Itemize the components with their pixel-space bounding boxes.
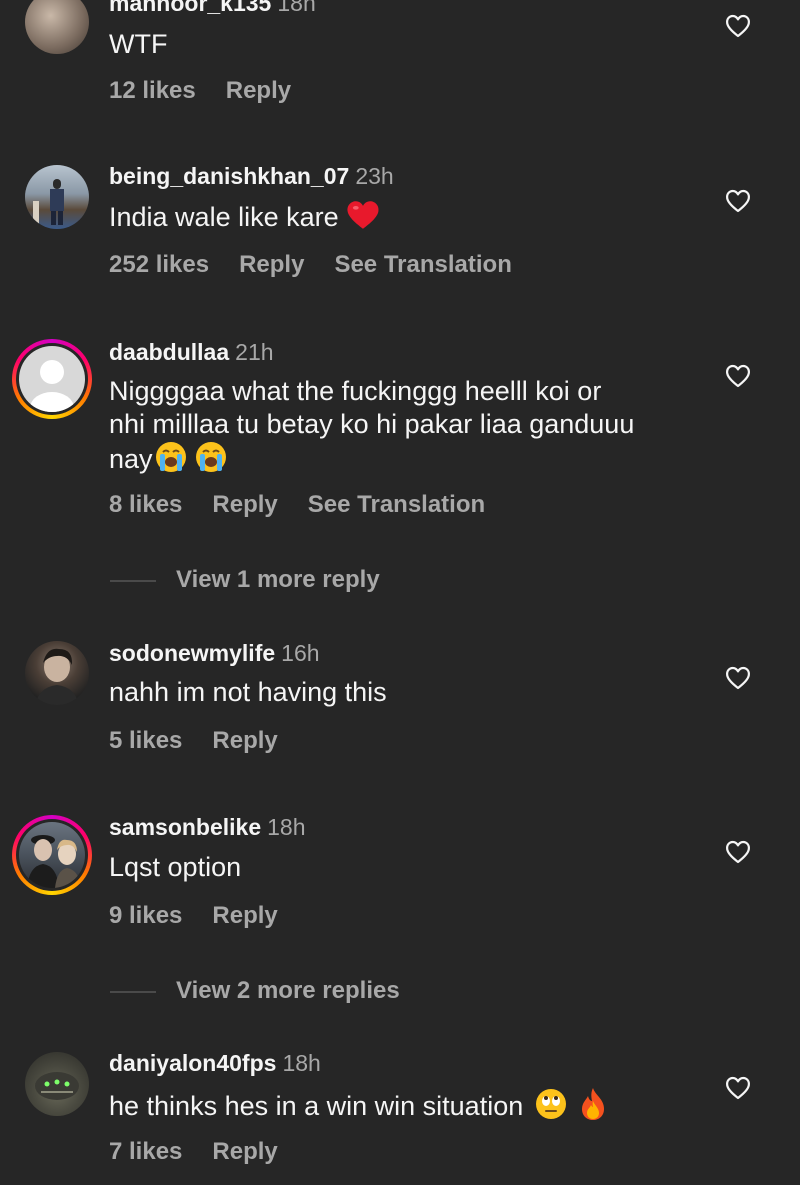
view-more-replies-label: View 2 more replies (176, 977, 400, 1004)
comment-username[interactable]: samsonbelike (109, 814, 261, 840)
view-more-replies-button[interactable]: View 2 more replies (110, 977, 400, 1005)
comment-text-content: India wale like kare (109, 202, 339, 233)
comment-username[interactable]: daabdullaa (109, 339, 229, 365)
fire-icon (578, 1087, 608, 1129)
avatar[interactable] (12, 815, 92, 895)
heart-icon[interactable] (725, 189, 751, 213)
avatar[interactable] (25, 0, 89, 54)
avatar-photo (35, 648, 79, 705)
likes-count[interactable]: 8 likes (109, 491, 182, 518)
comment-text: he thinks hes in a win win situation (109, 1087, 709, 1129)
reply-button[interactable]: Reply (212, 1138, 277, 1165)
avatar-photo (35, 1072, 79, 1100)
comment-text: Niggggaa what the fuckinggg heelll koi o… (109, 375, 729, 481)
likes-count[interactable]: 7 likes (109, 1138, 182, 1165)
comment-text: Lqst option (109, 852, 242, 882)
comment-time: 18h (277, 0, 316, 16)
avatar[interactable] (25, 165, 89, 229)
comment-time: 23h (355, 163, 394, 189)
comment-time: 21h (235, 339, 274, 365)
see-translation-button[interactable]: See Translation (308, 491, 485, 518)
comment-text: nahh im not having this (109, 677, 387, 707)
view-more-replies-button[interactable]: View 1 more reply (110, 566, 380, 594)
heart-icon[interactable] (725, 1076, 751, 1100)
comment-username[interactable]: daniyalon40fps (109, 1050, 276, 1076)
avatar[interactable] (25, 1052, 89, 1116)
heart-icon[interactable] (725, 14, 751, 38)
comment-text-line: nhi milllaa tu betay ko hi pakar liaa ga… (109, 409, 635, 439)
rolling-eyes-icon (535, 1088, 567, 1128)
avatar-photo (33, 179, 64, 229)
default-avatar-icon (19, 346, 85, 412)
heart-icon[interactable] (725, 840, 751, 864)
reply-button[interactable]: Reply (212, 491, 277, 518)
divider (110, 579, 156, 582)
reply-button[interactable]: Reply (212, 902, 277, 929)
see-translation-button[interactable]: See Translation (334, 251, 511, 278)
likes-count[interactable]: 252 likes (109, 251, 209, 278)
heart-icon[interactable] (725, 666, 751, 690)
loudly-crying-face-icon (155, 441, 187, 481)
comment-text-line: Niggggaa what the fuckinggg heelll koi o… (109, 376, 602, 406)
avatar[interactable] (25, 641, 89, 705)
comment-text: India wale like kare (109, 199, 709, 239)
reply-button[interactable]: Reply (226, 77, 291, 104)
divider (110, 990, 156, 993)
likes-count[interactable]: 12 likes (109, 77, 196, 104)
likes-count[interactable]: 5 likes (109, 727, 182, 754)
comment-text: WTF (109, 29, 168, 59)
avatar[interactable] (12, 339, 92, 419)
red-heart-icon (346, 199, 380, 239)
comment-time: 16h (281, 640, 320, 666)
likes-count[interactable]: 9 likes (109, 902, 182, 929)
loudly-crying-face-icon (195, 441, 227, 481)
reply-button[interactable]: Reply (212, 727, 277, 754)
view-more-replies-label: View 1 more reply (176, 566, 380, 593)
heart-icon[interactable] (725, 364, 751, 388)
comment-username[interactable]: mahnoor_k135 (109, 0, 271, 16)
comment-time: 18h (267, 814, 306, 840)
comment-time: 18h (282, 1050, 321, 1076)
comment-username[interactable]: being_danishkhan_07 (109, 163, 349, 189)
reply-button[interactable]: Reply (239, 251, 304, 278)
comment-text-line: nay (109, 444, 153, 475)
avatar-photo (19, 822, 85, 888)
comment-text-content: he thinks hes in a win win situation (109, 1091, 524, 1122)
comment-username[interactable]: sodonewmylife (109, 640, 275, 666)
